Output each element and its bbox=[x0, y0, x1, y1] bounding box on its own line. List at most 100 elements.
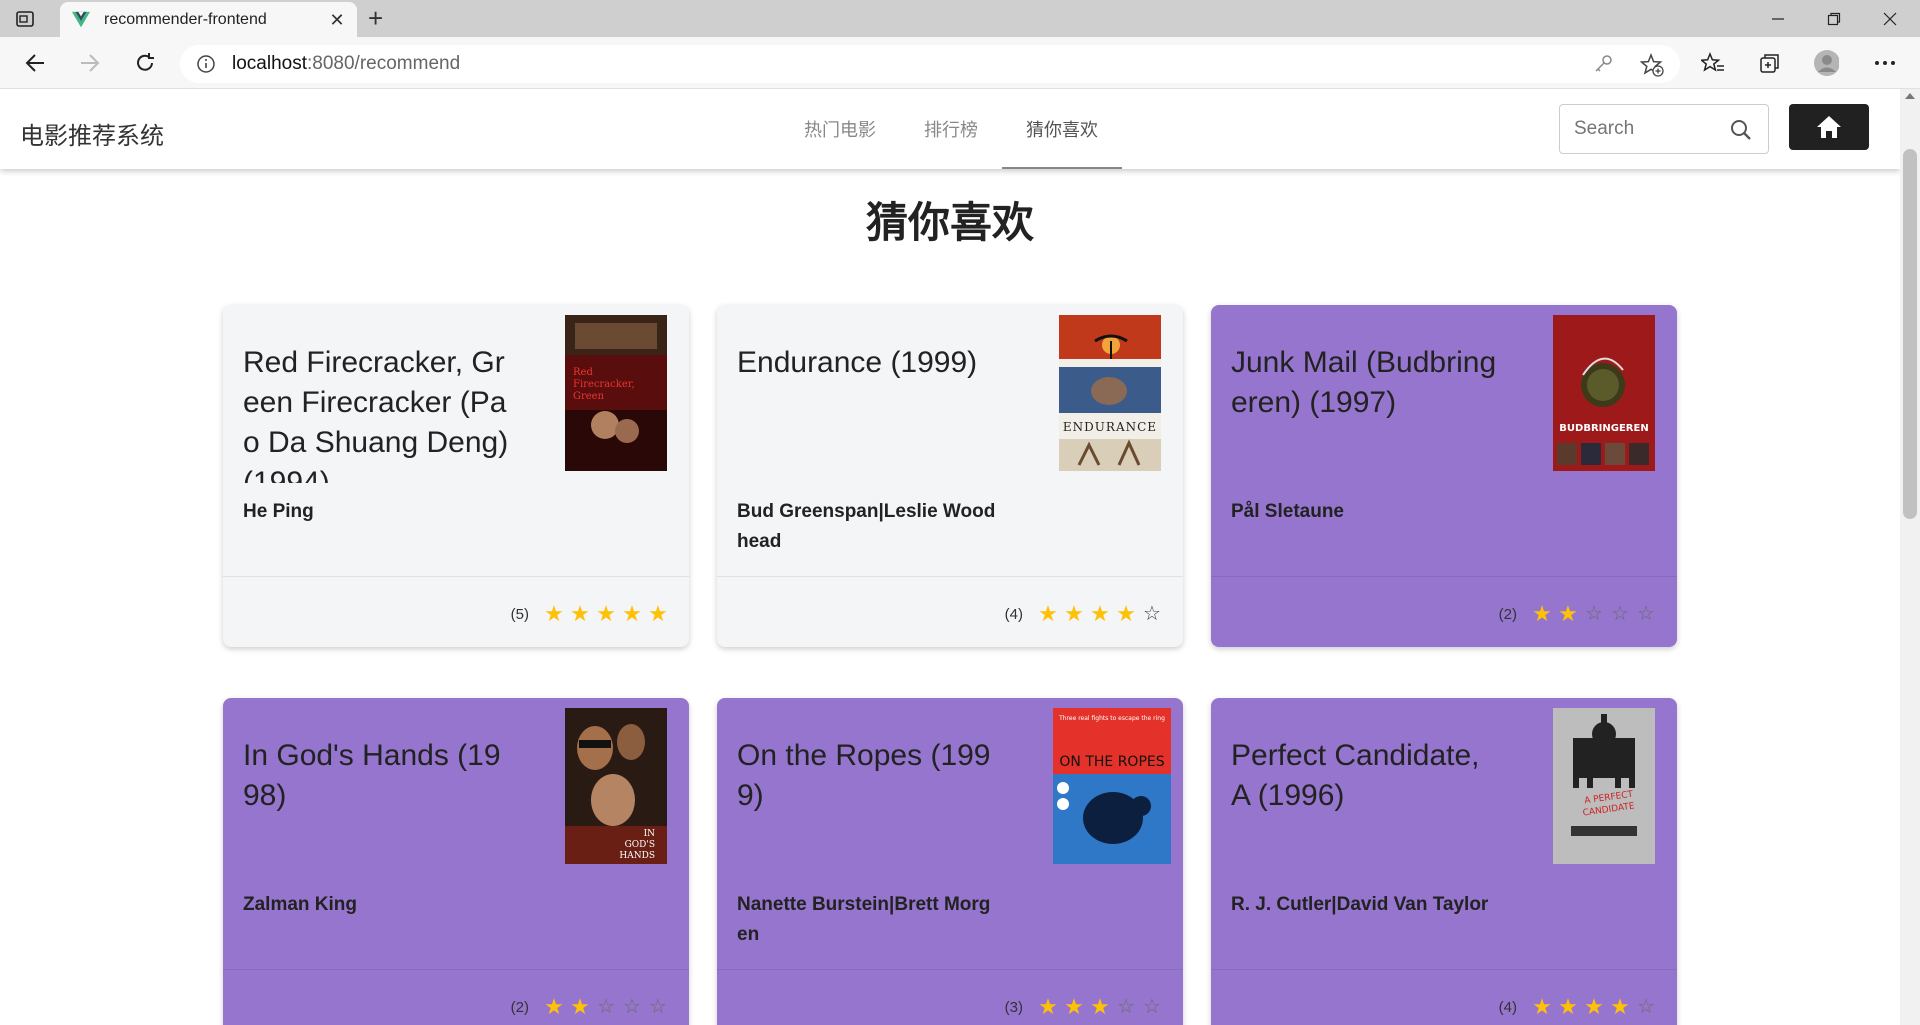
new-tab-icon[interactable]: + bbox=[368, 5, 383, 31]
page-scrollbar[interactable] bbox=[1900, 89, 1920, 1025]
movie-card[interactable]: Junk Mail (Budbringeren) (1997) Pål Sleta… bbox=[1211, 305, 1677, 647]
movie-title[interactable]: Junk Mail (Budbringeren) (1997) bbox=[1231, 343, 1501, 483]
star-rating[interactable]: (2) ★ ★ ☆ ☆ ☆ bbox=[1499, 603, 1659, 626]
movie-title[interactable]: Endurance (1999) bbox=[737, 343, 1007, 483]
star-filled-icon[interactable]: ★ bbox=[1555, 996, 1581, 1018]
movie-title[interactable]: In God's Hands (1998) bbox=[243, 736, 513, 876]
star-rating[interactable]: (5) ★ ★ ★ ★ ★ bbox=[511, 603, 671, 625]
collections-icon[interactable] bbox=[1757, 50, 1783, 76]
star-empty-icon[interactable]: ☆ bbox=[1113, 996, 1139, 1018]
forward-icon[interactable] bbox=[77, 50, 103, 76]
star-filled-icon[interactable]: ★ bbox=[619, 603, 645, 625]
star-rating[interactable]: (4) ★ ★ ★ ★ ☆ bbox=[1005, 603, 1165, 626]
star-rating[interactable]: (3) ★ ★ ★ ☆ ☆ bbox=[1004, 996, 1165, 1019]
svg-text:ENDURANCE: ENDURANCE bbox=[1063, 420, 1157, 434]
star-filled-icon[interactable]: ★ bbox=[1035, 603, 1061, 625]
search-icon[interactable] bbox=[1730, 119, 1752, 141]
star-filled-icon[interactable]: ★ bbox=[541, 996, 567, 1018]
movie-director: Bud Greenspan|Leslie Woodhead bbox=[737, 501, 996, 552]
star-filled-icon[interactable]: ★ bbox=[567, 603, 593, 625]
star-filled-icon[interactable]: ★ bbox=[1061, 603, 1087, 625]
star-filled-icon[interactable]: ★ bbox=[1061, 996, 1087, 1018]
movie-title[interactable]: On the Ropes (1999) bbox=[737, 736, 1007, 876]
star-filled-icon[interactable]: ★ bbox=[567, 996, 593, 1018]
card-divider bbox=[717, 576, 1183, 577]
nav-item-ranking[interactable]: 排行榜 bbox=[900, 89, 1002, 169]
browser-tabstrip: recommender-frontend ✕ + bbox=[0, 0, 1920, 38]
star-filled-icon[interactable]: ★ bbox=[593, 603, 619, 625]
page-content: 电影推荐系统 热门电影 排行榜 猜你喜欢 猜你喜欢 Red Firecracke… bbox=[0, 89, 1900, 1025]
site-info-icon[interactable] bbox=[196, 54, 216, 74]
star-empty-icon[interactable]: ☆ bbox=[619, 996, 645, 1018]
tab-close-icon[interactable]: ✕ bbox=[327, 10, 347, 31]
star-empty-icon[interactable]: ☆ bbox=[1607, 603, 1633, 625]
star-filled-icon[interactable]: ★ bbox=[1087, 996, 1113, 1018]
rating-count: (3) bbox=[1004, 998, 1023, 1016]
star-filled-icon[interactable]: ★ bbox=[1607, 996, 1633, 1018]
movie-title[interactable]: Red Firecracker, Green Firecracker (Pao … bbox=[243, 343, 513, 483]
movie-card[interactable]: Red Firecracker, Green Firecracker (Pao … bbox=[223, 305, 689, 647]
star-filled-icon[interactable]: ★ bbox=[1555, 603, 1581, 625]
movie-poster-image[interactable]: A PERFECT CANDIDATE bbox=[1553, 708, 1655, 864]
address-bar[interactable]: localhost:8080/recommend bbox=[180, 45, 1680, 83]
nav-item-recommend[interactable]: 猜你喜欢 bbox=[1002, 89, 1122, 169]
profile-avatar-icon[interactable] bbox=[1813, 50, 1839, 76]
star-filled-icon[interactable]: ★ bbox=[1529, 996, 1555, 1018]
add-favorite-icon[interactable] bbox=[1640, 53, 1664, 77]
star-empty-icon[interactable]: ☆ bbox=[1633, 996, 1659, 1018]
home-button[interactable] bbox=[1789, 104, 1869, 150]
star-empty-icon[interactable]: ☆ bbox=[593, 996, 619, 1018]
search-box bbox=[1559, 104, 1769, 154]
reload-icon[interactable] bbox=[132, 50, 158, 76]
key-icon[interactable] bbox=[1592, 53, 1614, 75]
search-input[interactable] bbox=[1574, 118, 1724, 140]
more-options-icon[interactable] bbox=[1872, 50, 1898, 76]
tab-actions-icon[interactable] bbox=[14, 8, 36, 30]
svg-text:ON THE ROPES: ON THE ROPES bbox=[1059, 754, 1164, 770]
star-empty-icon[interactable]: ☆ bbox=[1139, 603, 1165, 625]
nav-item-popular[interactable]: 热门电影 bbox=[780, 89, 900, 169]
movie-card[interactable]: Perfect Candidate, A (1996) R. J. Cutler|… bbox=[1211, 698, 1677, 1025]
movie-card[interactable]: In God's Hands (1998) Zalman King IN GOD'S H… bbox=[223, 698, 689, 1025]
star-empty-icon[interactable]: ☆ bbox=[1139, 996, 1165, 1018]
movie-poster-image[interactable]: BUDBRINGEREN bbox=[1553, 315, 1655, 471]
movie-director: Nanette Burstein|Brett Morgen bbox=[737, 894, 991, 945]
favorites-icon[interactable] bbox=[1700, 50, 1726, 76]
star-filled-icon[interactable]: ★ bbox=[1087, 603, 1113, 625]
star-filled-icon[interactable]: ★ bbox=[1035, 996, 1061, 1018]
movie-poster-image[interactable]: Red Firecracker, Green bbox=[565, 315, 667, 471]
movie-director: Zalman King bbox=[243, 894, 358, 915]
card-divider bbox=[223, 576, 689, 577]
brand-title[interactable]: 电影推荐系统 bbox=[20, 116, 164, 151]
movie-poster-image[interactable]: IN GOD'S HANDS bbox=[565, 708, 667, 864]
restore-icon[interactable] bbox=[1806, 0, 1862, 37]
movie-card[interactable]: On the Ropes (1999) Nanette Burstein|Bret… bbox=[717, 698, 1183, 1025]
svg-text:Three real fights to escape th: Three real fights to escape the ring bbox=[1058, 715, 1165, 722]
svg-text:BUDBRINGEREN: BUDBRINGEREN bbox=[1559, 423, 1648, 434]
movie-poster-image[interactable]: Three real fights to escape the ring ON T… bbox=[1053, 708, 1171, 864]
star-empty-icon[interactable]: ☆ bbox=[1633, 603, 1659, 625]
star-filled-icon[interactable]: ★ bbox=[541, 603, 567, 625]
star-rating[interactable]: (4) ★ ★ ★ ★ ☆ bbox=[1499, 996, 1659, 1019]
scrollbar-thumb[interactable] bbox=[1903, 149, 1917, 519]
star-empty-icon[interactable]: ☆ bbox=[1581, 603, 1607, 625]
card-divider bbox=[717, 969, 1183, 970]
rating-count: (5) bbox=[510, 605, 529, 623]
star-empty-icon[interactable]: ☆ bbox=[645, 996, 671, 1018]
star-filled-icon[interactable]: ★ bbox=[1529, 603, 1555, 625]
url-host: localhost bbox=[232, 53, 307, 74]
star-rating[interactable]: (2) ★ ★ ☆ ☆ ☆ bbox=[511, 996, 671, 1019]
back-icon[interactable] bbox=[22, 50, 48, 76]
movie-title[interactable]: Perfect Candidate, A (1996) bbox=[1231, 736, 1501, 876]
window-close-icon[interactable] bbox=[1862, 0, 1918, 37]
movie-card[interactable]: Endurance (1999) Bud Greenspan|Leslie Woo… bbox=[717, 305, 1183, 647]
movie-poster-image[interactable]: ENDURANCE bbox=[1059, 315, 1161, 471]
minimize-icon[interactable] bbox=[1750, 0, 1806, 37]
browser-tab[interactable]: recommender-frontend ✕ bbox=[60, 2, 357, 38]
star-filled-icon[interactable]: ★ bbox=[645, 603, 671, 625]
browser-toolbar: localhost:8080/recommend bbox=[0, 37, 1920, 89]
star-filled-icon[interactable]: ★ bbox=[1581, 996, 1607, 1018]
star-filled-icon[interactable]: ★ bbox=[1113, 603, 1139, 625]
vue-logo-icon bbox=[72, 11, 90, 28]
scroll-up-icon[interactable] bbox=[1905, 93, 1915, 99]
